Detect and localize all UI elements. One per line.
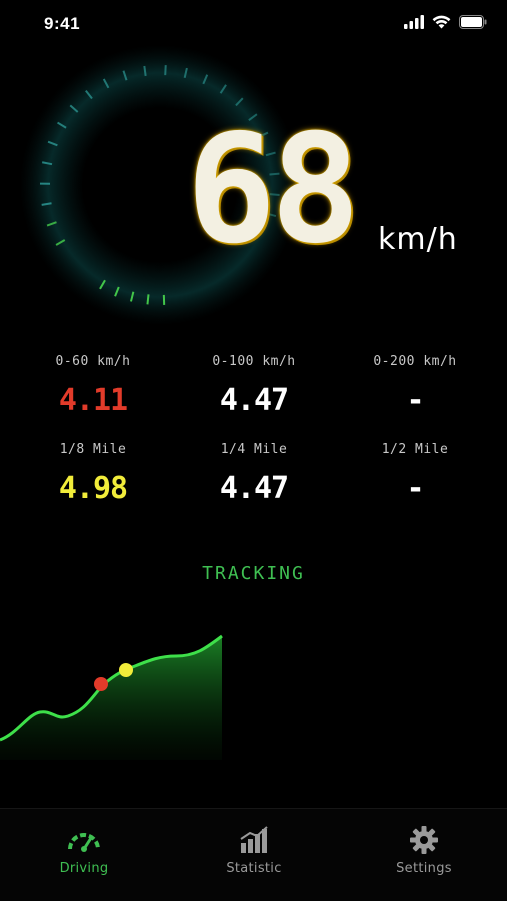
- metric-value: -: [335, 471, 495, 507]
- tab-label: Settings: [364, 861, 484, 876]
- metric-0-100: 0-100 km/h 4.47: [174, 354, 334, 419]
- speedometer-icon: [24, 823, 144, 857]
- tracking-title: TRACKING: [0, 563, 507, 584]
- tab-label: Driving: [24, 861, 144, 876]
- battery-icon: [459, 15, 487, 29]
- bar-chart-icon: [194, 823, 314, 857]
- wifi-icon: [432, 15, 451, 29]
- metric-label: 0-60 km/h: [13, 354, 173, 369]
- status-time: 9:41: [44, 14, 80, 34]
- tab-driving[interactable]: Driving: [24, 823, 144, 876]
- gear-icon: [364, 823, 484, 857]
- tab-label: Statistic: [194, 861, 314, 876]
- marker-yellow: [119, 663, 133, 677]
- cellular-signal-icon: [404, 15, 424, 29]
- metric-label: 1/8 Mile: [13, 442, 173, 457]
- speed-value: 68: [186, 120, 366, 260]
- status-icons: [404, 15, 487, 29]
- metric-label: 0-200 km/h: [335, 354, 495, 369]
- metric-value: 4.47: [174, 383, 334, 419]
- gauge-tick: [144, 66, 145, 76]
- metric-label: 1/2 Mile: [335, 442, 495, 457]
- metric-0-60: 0-60 km/h 4.11: [13, 354, 173, 419]
- tab-statistic[interactable]: Statistic: [194, 823, 314, 876]
- marker-red: [94, 677, 108, 691]
- metric-eighth-mile: 1/8 Mile 4.98: [13, 442, 173, 507]
- metric-value: -: [335, 383, 495, 419]
- metric-value: 4.11: [13, 383, 173, 419]
- metric-quarter-mile: 1/4 Mile 4.47: [174, 442, 334, 507]
- tracking-chart: [0, 620, 507, 760]
- tab-settings[interactable]: Settings: [364, 823, 484, 876]
- metric-label: 1/4 Mile: [174, 442, 334, 457]
- metric-value: 4.98: [13, 471, 173, 507]
- metric-half-mile: 1/2 Mile -: [335, 442, 495, 507]
- speed-unit: km/h: [378, 222, 458, 257]
- tab-bar: Driving Statistic: [0, 808, 507, 901]
- gauge-tick-active: [147, 294, 148, 304]
- metric-value: 4.47: [174, 471, 334, 507]
- metric-0-200: 0-200 km/h -: [335, 354, 495, 419]
- metric-label: 0-100 km/h: [174, 354, 334, 369]
